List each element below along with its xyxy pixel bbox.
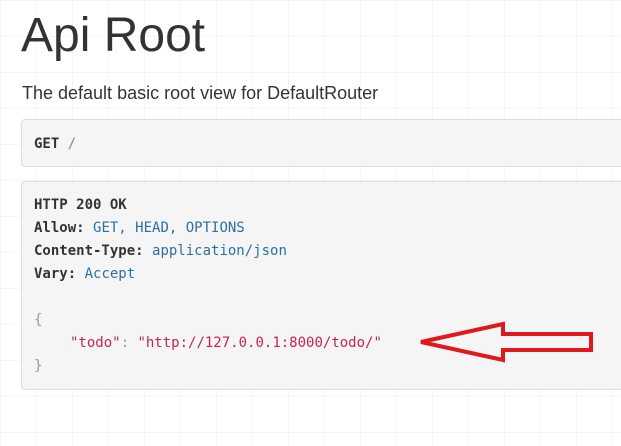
header-value: application/json	[152, 243, 287, 259]
header-key: Vary:	[34, 266, 77, 282]
response-header-vary: Vary: Accept	[34, 265, 135, 283]
json-key: "todo"	[70, 335, 121, 351]
page-title: Api Root	[21, 9, 206, 62]
request-info-panel: GET /	[21, 119, 621, 167]
header-value: GET, HEAD, OPTIONS	[93, 220, 245, 236]
response-status: HTTP 200 OK	[34, 197, 127, 213]
header-key: Allow:	[34, 220, 85, 236]
red-arrow-icon	[420, 321, 593, 363]
json-colon: :	[120, 335, 130, 351]
header-value: Accept	[84, 266, 136, 282]
request-path: /	[67, 136, 77, 152]
json-open-brace: {	[34, 312, 43, 328]
json-link-todo[interactable]: "http://127.0.0.1:8000/todo/"	[137, 335, 381, 351]
page-description: The default basic root view for DefaultR…	[22, 83, 379, 103]
json-close-brace: }	[34, 358, 43, 374]
header-key: Content-Type:	[34, 243, 144, 259]
response-header-allow: Allow: GET, HEAD, OPTIONS	[34, 219, 245, 237]
request-method: GET	[34, 136, 60, 152]
response-header-content-type: Content-Type: application/json	[34, 242, 287, 260]
request-line: GET /	[34, 135, 76, 153]
json-entry-todo: "todo": "http://127.0.0.1:8000/todo/"	[70, 334, 382, 352]
